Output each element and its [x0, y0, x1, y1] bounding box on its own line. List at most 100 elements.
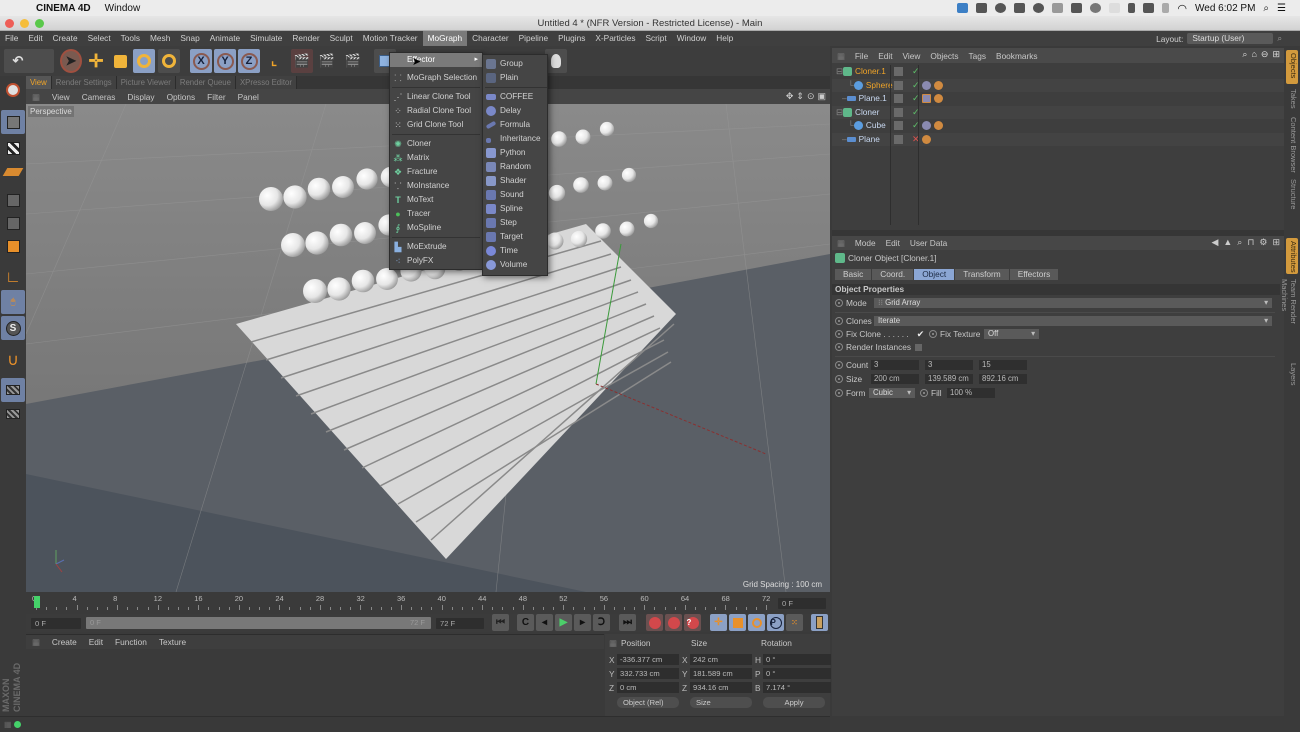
animate-radio[interactable] [920, 389, 928, 397]
count-z-field[interactable]: 15 [979, 360, 1027, 370]
mode-dropdown[interactable]: ⁝⁝ Grid Array ▾ [874, 298, 1272, 308]
mac-app-name[interactable]: CINEMA 4D [36, 3, 91, 14]
lock-icon[interactable]: ⊓ [1247, 237, 1254, 248]
tab-object[interactable]: Object [914, 269, 955, 280]
animate-radio[interactable] [929, 330, 937, 338]
workplane-mode-button[interactable] [1, 160, 25, 184]
new-window-icon[interactable]: ⊞ [1272, 49, 1280, 60]
recent-tools-button[interactable] [158, 49, 180, 73]
prev-frame-button[interactable]: ◂ [536, 614, 553, 631]
effector-item-python[interactable]: Python [483, 146, 547, 160]
side-tab-content-browser[interactable]: Content Browser [1286, 114, 1298, 174]
magnet-button[interactable]: ∪ [1, 348, 25, 372]
animate-radio[interactable] [835, 330, 843, 338]
rotation-p-field[interactable]: 0 ° [763, 668, 831, 679]
key-pla-button[interactable]: ⁙ [786, 614, 803, 631]
animate-radio[interactable] [835, 361, 843, 369]
menu-window[interactable]: Window [672, 31, 712, 46]
video-icon[interactable] [976, 3, 988, 13]
play-button[interactable]: ▶ [555, 614, 572, 631]
timeline-window-button[interactable] [811, 614, 828, 631]
back-arrow-icon[interactable]: ◀ [1211, 237, 1218, 248]
grip-icon[interactable]: ▦ [26, 92, 46, 102]
x-axis-button[interactable]: X [190, 49, 212, 73]
side-tab-layers[interactable]: Layers [1286, 360, 1298, 390]
make-editable-button[interactable] [1, 78, 25, 102]
planar-workplane-button[interactable] [1, 402, 25, 426]
menu-select[interactable]: Select [83, 31, 116, 46]
material-menu-edit[interactable]: Edit [83, 637, 109, 647]
side-tab-structure[interactable]: Structure [1286, 176, 1298, 216]
size-y-field[interactable]: 139.589 cm [925, 374, 973, 384]
zoom-window-button[interactable] [35, 19, 44, 28]
apply-button[interactable]: Apply [763, 697, 825, 708]
next-frame-button[interactable]: ▸ [574, 614, 591, 631]
size-z-field[interactable]: 934.16 cm [690, 682, 752, 693]
tab-render-settings[interactable]: Render Settings [51, 76, 117, 89]
rotation-b-field[interactable]: 7.174 ° [763, 682, 831, 693]
display-icon[interactable] [957, 3, 969, 13]
search-icon[interactable]: ⌕ [1242, 49, 1247, 60]
z-axis-button[interactable]: Z [238, 49, 260, 73]
menu-mograph[interactable]: MoGraph [422, 31, 468, 46]
tab-xpresso-editor[interactable]: XPresso Editor [235, 76, 297, 89]
menu-item-polyfx[interactable]: ⁖ PolyFX [390, 254, 482, 268]
layout-dropdown[interactable]: Startup (User) [1187, 33, 1274, 44]
snap-button[interactable]: S [1, 316, 25, 340]
size-x-field[interactable]: 200 cm [871, 374, 919, 384]
form-dropdown[interactable]: Cubic ▾ [869, 388, 915, 398]
object-row-cloner[interactable]: ⊟ Cloner ✓ [832, 105, 1284, 119]
undo-button[interactable]: ↶ [4, 49, 54, 73]
object-row-plane-1[interactable]: – Plane.1 ✓ [832, 92, 1284, 106]
tweak-mode-button[interactable]: 🖱 [1, 290, 25, 314]
goto-prev-key-button[interactable]: C [517, 614, 534, 631]
tab-effectors[interactable]: Effectors [1009, 269, 1059, 280]
menu-item-fracture[interactable]: ❖ Fracture [390, 165, 482, 179]
edit-render-settings-button[interactable]: 🎬 [342, 49, 364, 73]
menu-tools[interactable]: Tools [116, 31, 145, 46]
close-window-button[interactable] [5, 19, 14, 28]
menu-motion-tracker[interactable]: Motion Tracker [358, 31, 423, 46]
animate-radio[interactable] [835, 389, 843, 397]
layer-swatch[interactable] [894, 121, 903, 130]
goto-next-key-button[interactable]: Ↄ [593, 614, 610, 631]
locked-workplane-button[interactable] [1, 378, 25, 402]
animate-radio[interactable] [835, 317, 843, 325]
tab-picture-viewer[interactable]: Picture Viewer [116, 76, 176, 89]
layer-swatch[interactable] [894, 80, 903, 90]
tab-coord[interactable]: Coord. [872, 269, 914, 280]
material-menu-create[interactable]: Create [46, 637, 83, 647]
effector-item-delay[interactable]: Delay [483, 104, 547, 118]
animate-radio[interactable] [835, 343, 843, 351]
key-parameter-button[interactable]: P [767, 614, 784, 631]
tab-render-queue[interactable]: Render Queue [175, 76, 236, 89]
viewport-menu-cameras[interactable]: Cameras [76, 92, 122, 102]
count-y-field[interactable]: 3 [925, 360, 973, 370]
effector-item-formula[interactable]: Formula [483, 118, 547, 132]
attr-menu-user-data[interactable]: User Data [905, 238, 952, 248]
objects-menu-file[interactable]: File [850, 51, 873, 61]
menu-help[interactable]: Help [711, 31, 738, 46]
menu-simulate[interactable]: Simulate [245, 31, 287, 46]
object-row-cloner-1[interactable]: ⊟ Cloner.1 ✓ [832, 65, 1284, 79]
effector-item-time[interactable]: Time [483, 244, 547, 258]
coordinate-mode-dropdown[interactable]: Object (Rel) [617, 697, 679, 708]
viewport-menu-filter[interactable]: Filter [201, 92, 231, 102]
effector-item-step[interactable]: Step [483, 216, 547, 230]
toggle-panels-icon[interactable]: ▣ [817, 91, 826, 102]
timeline-ruler[interactable]: 04812162024283236404448525660646872 0 F [26, 592, 830, 614]
playhead[interactable] [34, 596, 40, 608]
live-selection-button[interactable]: ➤ [60, 49, 82, 73]
home-icon[interactable]: ⌂ [1251, 49, 1256, 60]
effector-item-group[interactable]: Group [483, 57, 547, 71]
menu-mesh[interactable]: Mesh [145, 31, 175, 46]
objects-menu-objects[interactable]: Objects [925, 51, 963, 61]
points-mode-button[interactable] [1, 188, 25, 212]
settings-icon[interactable]: ⚙ [1259, 237, 1267, 248]
mograph-tag-icon[interactable] [922, 134, 931, 144]
attr-menu-edit[interactable]: Edit [881, 238, 905, 248]
mograph-tag-icon[interactable] [934, 94, 943, 103]
rotation-h-field[interactable]: 0 ° [763, 654, 831, 665]
menu-character[interactable]: Character [467, 31, 513, 46]
mograph-tag-icon[interactable] [934, 80, 943, 90]
